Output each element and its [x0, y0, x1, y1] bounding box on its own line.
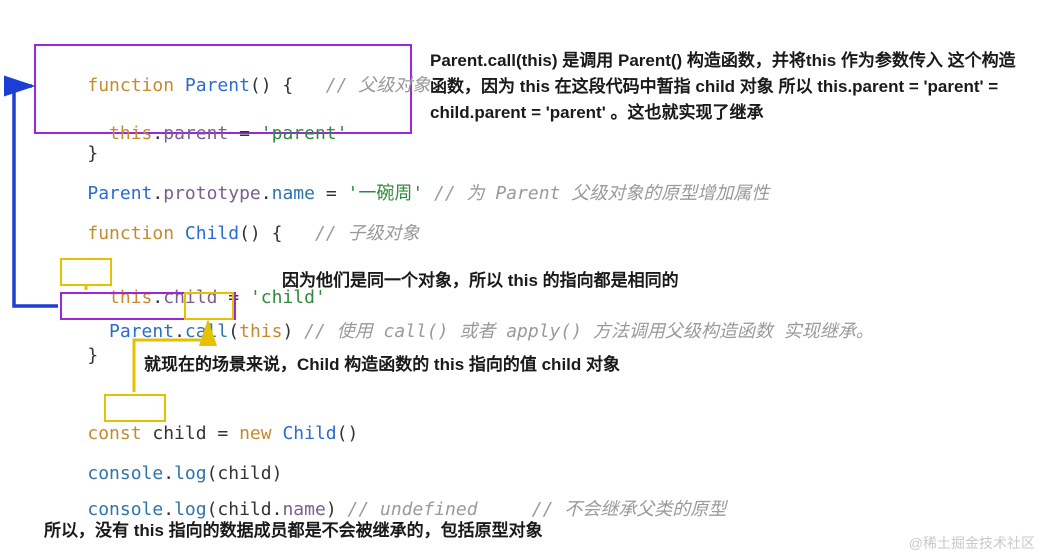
annotation-mid-right-text: 因为他们是同一个对象，所以 this 的指向都是相同的	[282, 271, 679, 290]
annotation-mid-below-text: 就现在的场景来说，Child 构造函数的 this 指向的值 child 对象	[144, 355, 620, 374]
kw-function: function	[87, 75, 174, 96]
highlight-this-child	[60, 258, 112, 286]
fn-parent: Parent	[174, 75, 250, 96]
watermark: @稀土掘金技术社区	[909, 533, 1035, 553]
annotation-bottom-text: 所以，没有 this 指向的数据成员都是不会被继承的，包括原型对象	[44, 521, 543, 540]
annotation-mid-below: 就现在的场景来说，Child 构造函数的 this 指向的值 child 对象	[144, 352, 864, 378]
paren: () {	[250, 75, 293, 96]
annotation-bottom: 所以，没有 this 指向的数据成员都是不会被继承的，包括原型对象	[44, 518, 944, 544]
str-parent: 'parent'	[261, 123, 348, 144]
highlight-this-arg	[184, 292, 234, 320]
diagram-canvas: function Parent() { // 父级对象 this.parent …	[0, 0, 1043, 559]
annotation-top-text: Parent.call(this) 是调用 Parent() 构造函数，并将th…	[430, 51, 1016, 122]
highlight-child-var	[104, 394, 166, 422]
comment: // 父级对象	[293, 75, 430, 96]
annotation-mid-right: 因为他们是同一个对象，所以 this 的指向都是相同的	[282, 268, 902, 294]
prop-parent: parent	[163, 123, 228, 144]
annotation-top: Parent.call(this) 是调用 Parent() 构造函数，并将th…	[430, 48, 1020, 126]
code-line-12: }	[44, 320, 98, 392]
